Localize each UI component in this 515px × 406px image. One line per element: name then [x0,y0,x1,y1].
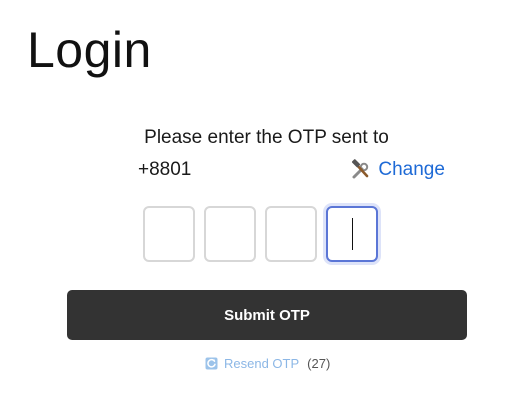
otp-instruction: Please enter the OTP sent to [144,127,389,148]
change-number-link[interactable]: Change [378,158,445,182]
phone-number-redaction [191,164,296,180]
text-caret [351,218,353,250]
otp-digit-1[interactable] [143,206,195,262]
otp-digit-4[interactable] [326,206,378,262]
resend-countdown: (27) [307,355,331,371]
login-page: Login Please enter the OTP sent to +8801… [0,0,515,406]
refresh-icon [205,357,218,370]
resend-row: Resend OTP (27) [205,354,330,372]
tools-icon [350,159,372,181]
submit-otp-button[interactable]: Submit OTP [67,290,467,340]
page-title: Login [27,22,152,78]
phone-number: +8801 [138,159,192,180]
resend-otp-link[interactable]: Resend OTP [224,356,299,371]
otp-digit-2[interactable] [204,206,256,262]
otp-digit-3[interactable] [265,206,317,262]
otp-input-group [143,206,378,262]
phone-line: +8801 Change [138,158,445,182]
